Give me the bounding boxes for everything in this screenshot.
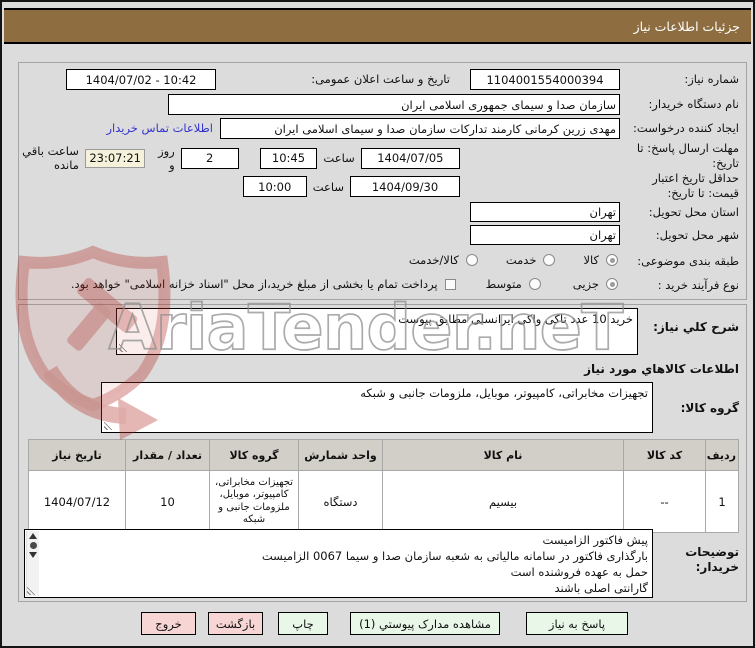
radio-goods[interactable] [606, 254, 618, 266]
purchase-process-label: نوع فرآیند خرید : [657, 278, 739, 292]
page-title: جزئیات اطلاعات نیاز [633, 18, 740, 34]
requester-field[interactable]: مهدی زرین کرمانی کارمند تدارکات سازمان ص… [220, 118, 620, 139]
need-number-field[interactable]: 1104001554000394 [470, 69, 620, 90]
scroll-up-icon[interactable] [29, 533, 37, 539]
delivery-province-label: استان محل تحویل: [648, 205, 739, 219]
cell-quantity: 10 [125, 470, 210, 533]
radio-service[interactable] [543, 254, 556, 266]
col-item-name: نام کالا [382, 439, 624, 471]
buyer-notes-textarea[interactable]: پیش فاکتور الزامیست بارگذاری فاکتور در س… [24, 529, 653, 598]
goods-group-textarea[interactable]: تجهیزات مخابراتی، کامپیوتر، موبایل، ملزو… [101, 382, 653, 433]
radio-minor-label: جزیی [572, 277, 599, 291]
notes-scrollbar[interactable] [26, 531, 39, 596]
col-row-number: ردیف [705, 439, 739, 471]
hours-remaining-label: ساعت باقي مانده [22, 144, 79, 172]
cell-item-name: بیسیم [382, 470, 624, 533]
radio-medium[interactable] [528, 278, 541, 290]
buyer-notes-label: توضیحات خریدار: [685, 545, 739, 574]
goods-section-heading: اطلاعات کالاهاي مورد نیاز [584, 362, 739, 376]
need-description-textarea[interactable]: خرید 10 عدد تاکی واکی ایرانسلی مطابق پیو… [116, 308, 638, 355]
scrollbar-thumb[interactable] [29, 542, 37, 549]
announce-datetime-field[interactable]: 1404/07/02 - 10:42 [66, 69, 216, 90]
note-line: حمل به عهده فروشنده است [510, 565, 648, 579]
countdown-timer: 23:07:21 [84, 148, 146, 168]
radio-goods-label: کالا [583, 253, 599, 267]
treasury-checkbox[interactable] [444, 278, 456, 290]
resize-handle-icon[interactable] [119, 343, 128, 352]
radio-service-label: خدمت [505, 253, 537, 267]
radio-minor[interactable] [606, 278, 618, 290]
subject-category-options: کالا خدمت کالا/خدمت [409, 253, 618, 267]
need-details-window: جزئیات اطلاعات نیاز شماره نیاز: 11040015… [0, 0, 755, 648]
deadline-label: مهلت ارسال پاسخ: تا تاریخ: [636, 141, 739, 170]
delivery-city-field[interactable]: تهران [470, 225, 620, 245]
col-item-group: گروه کالا [209, 439, 299, 471]
goods-group-label: گروه کالا: [680, 401, 739, 415]
radio-goods-service[interactable] [465, 254, 478, 266]
treasury-checkbox-label: پرداخت تمام یا بخشی از مبلغ خرید،از محل … [70, 277, 438, 291]
back-button[interactable]: بازگشت [208, 612, 263, 635]
print-button[interactable]: چاپ [278, 612, 328, 635]
table-row: 1 -- بیسیم دستگاه تجهیزات مخابراتی، کامپ… [28, 470, 739, 533]
view-attachments-button[interactable]: مشاهده مدارک پیوستي (1) [350, 612, 500, 635]
col-need-date: تاریخ نیاز [28, 439, 126, 471]
cell-item-code: -- [623, 470, 706, 533]
need-number-label: شماره نیاز: [684, 72, 739, 86]
subject-category-label: طبقه بندی موضوعی: [637, 254, 739, 268]
radio-goods-service-label: کالا/خدمت [408, 253, 459, 267]
footer-actions: پاسخ به نیاز مشاهده مدارک پیوستي (1) چاپ… [141, 612, 628, 635]
cell-need-date: 1404/07/12 [28, 470, 126, 533]
note-line: گارانتی اصلی باشند [554, 581, 649, 595]
deadline-date-field[interactable]: 1404/07/05 [360, 147, 460, 169]
buyer-org-label: نام دستگاه خریدار: [648, 97, 739, 111]
need-description-label: شرح کلي نیاز: [653, 320, 739, 334]
deadline-hour-label: ساعت [323, 151, 355, 165]
days-and-label: روز و [158, 144, 175, 172]
announce-datetime-label: تاریخ و ساعت اعلان عمومی: [311, 72, 450, 86]
deadline-time-field[interactable]: 10:45 [259, 147, 318, 169]
delivery-province-field[interactable]: تهران [470, 202, 620, 222]
exit-button[interactable]: خروج [141, 612, 196, 635]
resize-handle-icon[interactable] [104, 421, 113, 430]
remaining-days-field[interactable]: 2 [180, 147, 239, 169]
respond-to-need-button[interactable]: پاسخ به نیاز [526, 612, 628, 635]
note-line: پیش فاکتور الزامیست [542, 533, 648, 547]
items-table-header-row: ردیف کد کالا نام کالا واحد شمارش گروه کا… [28, 439, 739, 471]
requester-label: ایجاد کننده درخواست: [633, 121, 739, 135]
cell-row-number: 1 [705, 470, 739, 533]
deadline-row: 1404/07/05 ساعت 10:45 2 روز و 23:07:21 س… [2, 144, 460, 172]
col-count-unit: واحد شمارش [298, 439, 383, 471]
items-table: ردیف کد کالا نام کالا واحد شمارش گروه کا… [28, 439, 739, 533]
radio-medium-label: متوسط [485, 277, 522, 291]
page-title-bar: جزئیات اطلاعات نیاز [4, 8, 751, 44]
validity-date-field[interactable]: 1404/09/30 [350, 176, 460, 197]
price-validity-row: 1404/09/30 ساعت 10:00 [242, 176, 460, 197]
buyer-org-field[interactable]: سازمان صدا و سیمای جمهوری اسلامی ایران [168, 94, 620, 115]
validity-time-field[interactable]: 10:00 [242, 176, 307, 197]
purchase-process-options: جزیی متوسط پرداخت تمام یا بخشی از مبلغ خ… [71, 277, 618, 291]
note-line: بارگذاری فاکتور در سامانه مالیاتی به شعب… [261, 549, 648, 563]
validity-hour-label: ساعت [312, 179, 344, 194]
price-validity-label: حداقل تاریخ اعتبار قیمت: تا تاریخ: [652, 171, 739, 200]
cell-item-group: تجهیزات مخابراتی، کامپیوتر، موبایل، ملزو… [209, 470, 299, 533]
scroll-down-icon[interactable] [29, 552, 37, 558]
col-item-code: کد کالا [623, 439, 706, 471]
col-quantity: تعداد / مقدار [125, 439, 210, 471]
buyer-contact-link[interactable]: اطلاعات تماس خریدار [106, 121, 213, 135]
delivery-city-label: شهر محل تحویل: [655, 228, 739, 242]
cell-count-unit: دستگاه [298, 470, 383, 533]
